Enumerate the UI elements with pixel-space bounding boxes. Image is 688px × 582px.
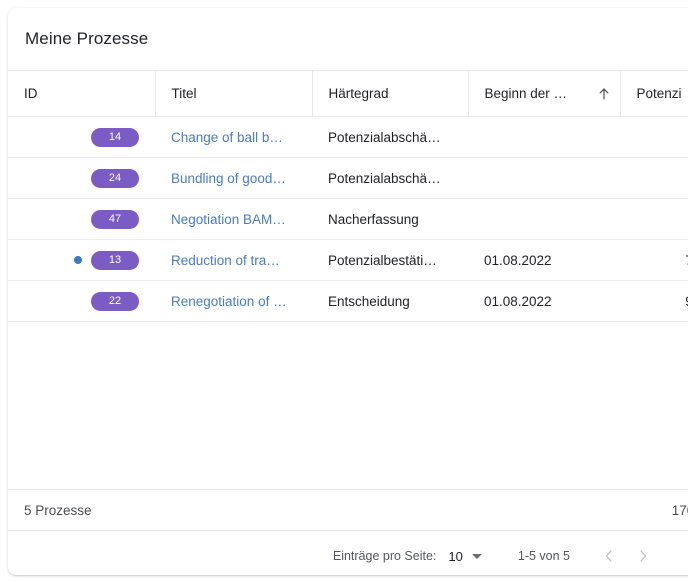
table-row[interactable]: 22 Renegotiation of … Entscheidung 01.08… (8, 280, 688, 322)
cell-haertegrad: Potenzialabschä… (312, 116, 468, 158)
process-title-link[interactable]: Negotiation BAM… (171, 212, 286, 227)
cell-title: Change of ball b… (155, 116, 312, 158)
status-badge: 22 (91, 291, 139, 311)
cell-beginn: 01.08.2022 (468, 239, 620, 281)
items-per-page-select[interactable]: 10 (448, 548, 482, 564)
table-row[interactable]: 24 Bundling of good… Potenzialabschä… (8, 157, 688, 199)
cell-beginn: 01.08.2022 (468, 280, 620, 322)
column-header-label: Beginn der … (484, 86, 568, 101)
screen-root: Meine Prozesse ID Titel Härtegrad Beginn… (0, 0, 688, 582)
cell-beginn (468, 116, 620, 158)
my-processes-card: Meine Prozesse ID Titel Härtegrad Beginn… (8, 8, 688, 575)
table-totals-row: 5 Prozesse 170. (8, 489, 688, 531)
pagination-range-label: 1-5 von 5 (517, 549, 570, 563)
table-body: 14 Change of ball b… Potenzialabschä… 24… (8, 116, 688, 322)
items-per-page-value: 10 (448, 548, 463, 564)
cell-id: 14 (8, 116, 155, 158)
cell-potenzial: 95. (620, 280, 688, 322)
page-title: Meine Prozesse (25, 29, 149, 48)
status-dot-icon (74, 256, 82, 264)
table-row[interactable]: 14 Change of ball b… Potenzialabschä… (8, 116, 688, 158)
table-head: ID Titel Härtegrad Beginn der … Potenzi (8, 70, 688, 117)
chevron-left-icon (603, 549, 615, 563)
cell-potenzial (620, 157, 688, 199)
column-header-label: Potenzi (636, 86, 682, 101)
cell-title: Renegotiation of … (155, 280, 312, 322)
table-empty-area (8, 322, 688, 489)
next-page-button[interactable] (626, 539, 660, 573)
cell-haertegrad: Entscheidung (312, 280, 468, 322)
cell-haertegrad: Potenzialabschä… (312, 157, 468, 199)
chevron-right-icon (637, 549, 649, 563)
column-header-haertegrad[interactable]: Härtegrad (312, 70, 469, 117)
previous-page-button[interactable] (592, 539, 626, 573)
cell-potenzial (620, 116, 688, 158)
table-row[interactable]: 47 Negotiation BAM… Nacherfassung (8, 198, 688, 240)
process-title-link[interactable]: Change of ball b… (171, 130, 283, 145)
column-header-potenzial[interactable]: Potenzi (620, 70, 688, 117)
column-header-id[interactable]: ID (8, 70, 156, 117)
column-header-label: ID (24, 86, 38, 101)
cell-id: 13 (8, 239, 155, 281)
column-header-label: Härtegrad (328, 86, 389, 101)
cell-haertegrad: Nacherfassung (312, 198, 468, 240)
cell-id: 24 (8, 157, 155, 199)
chevron-down-icon (471, 553, 482, 559)
total-count-label: 5 Prozesse (24, 502, 92, 518)
paginator: Einträge pro Seite: 10 1-5 von 5 (8, 531, 688, 575)
table-header-row: ID Titel Härtegrad Beginn der … Potenzi (8, 70, 688, 117)
status-badge: 14 (91, 127, 139, 147)
cell-potenzial (620, 198, 688, 240)
cell-beginn (468, 157, 620, 199)
processes-table: ID Titel Härtegrad Beginn der … Potenzi … (8, 70, 688, 322)
total-sum-value: 170. (671, 502, 688, 518)
cell-beginn (468, 198, 620, 240)
card-header: Meine Prozesse (8, 8, 688, 70)
cell-title: Reduction of tra… (155, 239, 312, 281)
arrow-up-icon (597, 87, 611, 101)
column-header-beginn[interactable]: Beginn der … (468, 70, 621, 117)
column-header-label: Titel (171, 86, 197, 101)
cell-potenzial: 75. (620, 239, 688, 281)
process-title-link[interactable]: Reduction of tra… (171, 253, 280, 268)
cell-id: 47 (8, 198, 155, 240)
status-badge: 13 (91, 250, 139, 270)
cell-title: Bundling of good… (155, 157, 312, 199)
status-badge: 47 (91, 209, 139, 229)
cell-id: 22 (8, 280, 155, 322)
table-row[interactable]: 13 Reduction of tra… Potenzialbestäti… 0… (8, 239, 688, 281)
process-title-link[interactable]: Bundling of good… (171, 171, 286, 186)
cell-title: Negotiation BAM… (155, 198, 312, 240)
status-badge: 24 (91, 168, 139, 188)
process-title-link[interactable]: Renegotiation of … (171, 294, 287, 309)
cell-haertegrad: Potenzialbestäti… (312, 239, 468, 281)
column-header-title[interactable]: Titel (155, 70, 313, 117)
items-per-page-label: Einträge pro Seite: (332, 549, 437, 563)
